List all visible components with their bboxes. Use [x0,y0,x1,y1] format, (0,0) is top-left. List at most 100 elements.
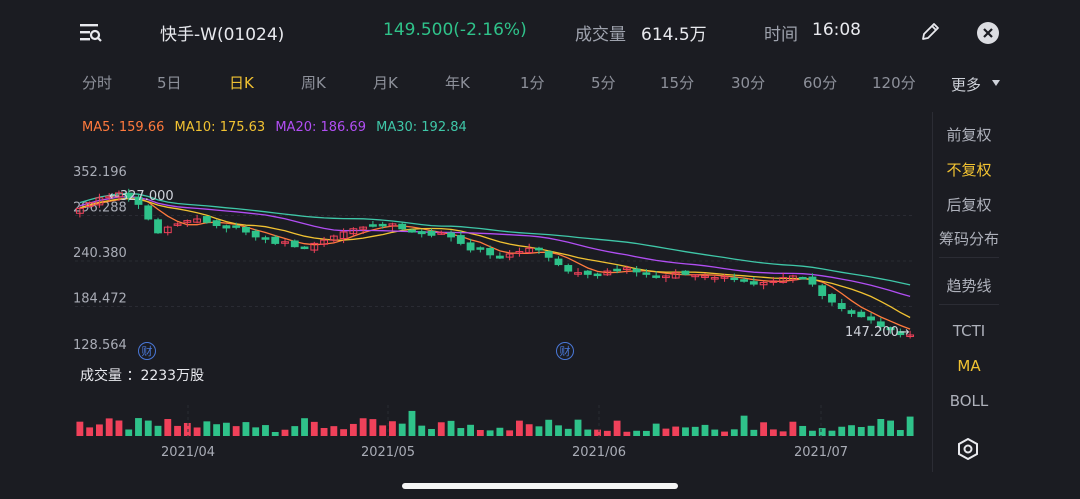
tab-intraday[interactable]: 分时 [82,72,112,93]
tab-monthly-k[interactable]: 月K [373,72,398,93]
volume-bar [867,425,875,436]
more-tabs-button[interactable]: 更多 [951,74,981,95]
volume-bar [809,430,816,436]
divider [939,304,999,305]
volume-bar [896,430,904,436]
volume-bar [574,419,582,436]
settings-hexagon-icon[interactable] [957,438,979,460]
adjust-backward[interactable]: 后复权 [933,194,1005,215]
ma5-value: MA5: 159.66 [82,120,165,135]
earnings-event-icon[interactable]: 财 [556,342,574,360]
volume-bar [349,423,357,436]
adjust-none[interactable]: 不复权 [933,159,1005,180]
candle-body [378,223,387,227]
candle-body [798,276,807,280]
stock-title[interactable]: 快手-W(01024) [160,20,284,45]
volume-bar [281,429,289,436]
candle-body [408,229,416,233]
volume-bar [721,431,728,436]
chip-distribution[interactable]: 筹码分布 [933,228,1005,249]
candle-body [583,270,592,275]
volume-bar [369,419,377,436]
candle-body [154,219,162,234]
kline-chart[interactable]: 352.196296.288240.380184.472128.564 2021… [0,150,935,470]
low-annotation: 147.200→ [845,325,910,340]
x-tick-label: 2021/06 [572,445,626,460]
volume-bar [682,427,689,436]
edit-pencil-icon[interactable] [920,22,940,42]
candle-body [261,237,270,240]
volume-bar [906,416,914,436]
tab-yearly-k[interactable]: 年K [445,72,470,93]
volume-bar [857,426,865,436]
volume-bar [740,415,748,436]
chart-grid [75,215,915,307]
high-annotation: ←327.000 [109,189,174,204]
volume-bar [877,419,885,436]
volume-bar [633,430,641,436]
candle-body [144,205,153,220]
volume-bar [662,428,670,436]
indicator-tcti[interactable]: TCTI [933,322,1005,340]
indicator-ma[interactable]: MA [933,357,1005,375]
header-bar: 快手-W(01024) 149.500(-2.16%) 成交量 614.5万 时… [0,0,1080,64]
right-panel: 前复权 不复权 后复权 筹码分布 趋势线 TCTI MA BOLL [932,112,1005,472]
trend-line-button[interactable]: 趋势线 [933,275,1005,296]
volume-bar [164,419,172,436]
volume-bar [310,421,318,436]
candle-body [290,240,299,248]
divider [939,257,999,258]
candle-body [466,242,475,251]
volume-bar [222,422,230,436]
menu-search-icon[interactable] [80,22,102,42]
candle-body [544,251,553,258]
period-tabs: 分时 5日 日K 周K 月K 年K 1分 5分 15分 30分 60分 120分 [0,72,935,96]
volume-bar [447,420,455,436]
volume-bar [848,425,855,436]
volume-bar [818,428,826,436]
volume-bar [291,426,299,436]
candle-body [486,248,495,256]
ma-line [79,192,911,286]
candle-body [251,230,260,238]
close-icon[interactable] [977,22,999,44]
tab-weekly-k[interactable]: 周K [301,72,326,93]
volume-bar [828,430,836,436]
x-tick-label: 2021/07 [794,445,848,460]
candle-body [837,303,846,310]
ma10-value: MA10: 175.63 [174,120,266,135]
tab-120min[interactable]: 120分 [872,72,916,93]
volume-bar [525,424,533,436]
volume-bar [408,410,416,436]
candle-body [232,225,241,228]
candle-body [564,265,573,272]
chevron-down-icon[interactable] [992,80,1000,86]
indicator-boll[interactable]: BOLL [933,392,1005,410]
home-indicator [402,483,678,489]
volume-bar [691,426,699,436]
volume-bar [594,429,601,436]
volume-bar [76,421,84,436]
volume-bar [555,425,562,436]
tab-15min[interactable]: 15分 [660,72,694,93]
stock-price: 149.500(-2.16%) [383,20,527,40]
tab-daily-k[interactable]: 日K [229,72,254,93]
candle-body [417,231,426,235]
adjust-forward[interactable]: 前复权 [933,124,1005,145]
tab-30min[interactable]: 30分 [731,72,765,93]
candle-body [681,270,690,275]
volume-bar [642,430,650,436]
volume-bar [183,422,191,436]
y-tick-label: 184.472 [73,292,127,307]
earnings-event-icon[interactable]: 财 [138,342,156,360]
time-value: 16:08 [812,20,861,40]
volume-value: 614.5万 [641,25,707,45]
tab-1min[interactable]: 1分 [520,72,545,93]
tab-5min[interactable]: 5分 [591,72,616,93]
candle-body [447,232,455,238]
tab-5day[interactable]: 5日 [157,72,182,93]
volume-bar [584,429,592,436]
candle-body [740,279,748,282]
candle-body [828,294,836,303]
tab-60min[interactable]: 60分 [803,72,837,93]
